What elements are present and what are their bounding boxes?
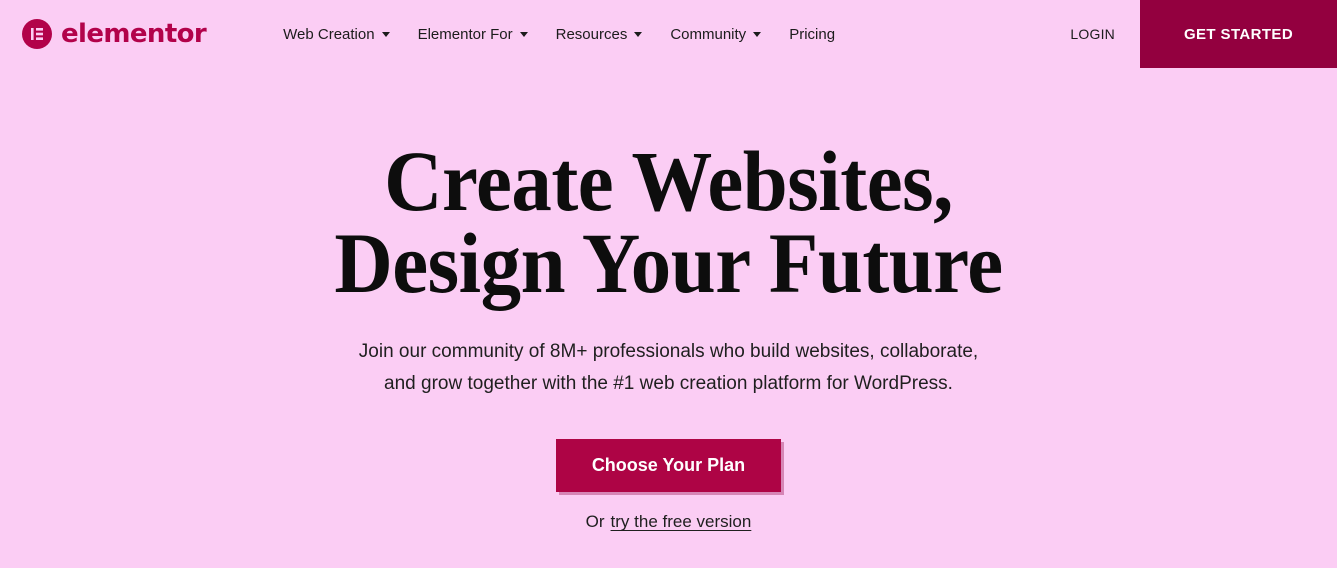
nav-item-resources[interactable]: Resources	[542, 21, 657, 48]
nav-item-label: Web Creation	[283, 25, 375, 43]
hero-subtitle-line-1: Join our community of 8M+ professionals …	[358, 341, 979, 363]
primary-navigation: Web Creation Elementor For Resources Com…	[269, 21, 849, 48]
nav-item-pricing[interactable]: Pricing	[775, 21, 849, 48]
login-link[interactable]: LOGIN	[1045, 0, 1140, 68]
nav-item-label: Resources	[555, 25, 628, 43]
elementor-logo-icon	[22, 19, 52, 49]
nav-item-label: Community	[670, 25, 747, 43]
chevron-down-icon	[753, 32, 762, 37]
hero-subtitle: Join our community of 8M+ professionals …	[0, 336, 1337, 400]
chevron-down-icon	[381, 32, 390, 37]
nav-item-web-creation[interactable]: Web Creation	[269, 21, 403, 48]
header-actions: LOGIN GET STARTED	[1045, 0, 1337, 68]
nav-item-elementor-for[interactable]: Elementor For	[404, 21, 542, 48]
choose-your-plan-button[interactable]: Choose Your Plan	[555, 439, 782, 493]
chevron-down-icon	[519, 32, 528, 37]
hero-cta-group: Choose Your Plan Or try the free version	[0, 439, 1337, 532]
nav-item-label: Pricing	[789, 25, 836, 43]
free-version-prefix: Or	[585, 512, 605, 532]
site-header: elementor Web Creation Elementor For Res…	[0, 0, 1337, 68]
hero-title-line-2: Design Your Future	[334, 214, 1003, 311]
nav-item-label: Elementor For	[417, 25, 513, 43]
free-version-row: Or try the free version	[586, 512, 752, 532]
hero-subtitle-line-2: and grow together with the #1 web creati…	[384, 373, 953, 395]
nav-item-community[interactable]: Community	[656, 21, 775, 48]
brand-name: elementor	[61, 19, 207, 49]
hero-title: Create Websites, Design Your Future	[40, 133, 1297, 311]
try-free-version-link[interactable]: try the free version	[611, 512, 752, 532]
brand-logo-link[interactable]: elementor	[22, 19, 207, 49]
hero-title-line-1: Create Websites,	[384, 133, 953, 229]
chevron-down-icon	[634, 32, 643, 37]
hero-section: Create Websites, Design Your Future Join…	[0, 68, 1337, 532]
get-started-button[interactable]: GET STARTED	[1140, 0, 1337, 68]
